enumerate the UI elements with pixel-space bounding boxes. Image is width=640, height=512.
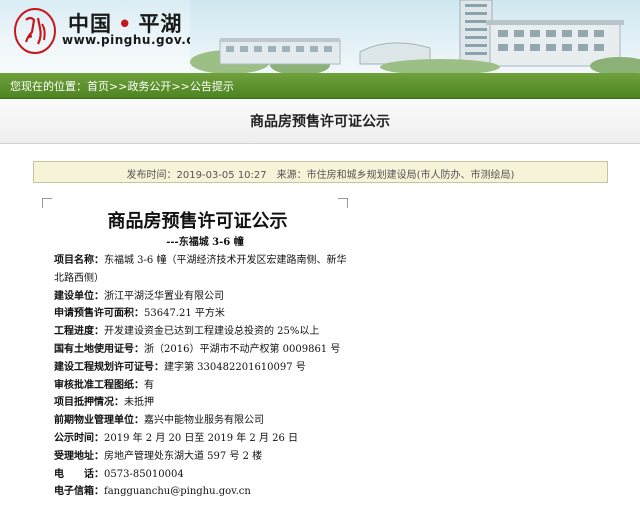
city-skyline-image: [190, 0, 640, 73]
field-label: 申请预售许可面积：: [54, 308, 144, 320]
section-title-strip: 商品房预售许可证公示: [0, 99, 640, 144]
field-label: 项目名称：: [54, 255, 104, 266]
breadcrumb-notices-link[interactable]: 公告提示: [190, 80, 234, 93]
field-phone: 电 话：0573-85010004: [54, 466, 354, 484]
field-progress: 工程进度：开发建设资金已达到工程建设总投资的 25%以上: [54, 323, 354, 341]
city-seal-logo-icon[interactable]: [12, 6, 58, 56]
field-value: 有: [144, 379, 154, 391]
field-value: 未抵押: [124, 397, 154, 409]
field-email: 电子信箱：fangguanchu@pinghu.gov.cn: [54, 483, 354, 501]
field-value: 53647.21 平方米: [144, 308, 225, 320]
field-label: 审核批准工程图纸：: [54, 379, 144, 391]
field-value: 浙江平湖泛华置业有限公司: [104, 290, 224, 302]
section-title: 商品房预售许可证公示: [250, 114, 390, 130]
field-drawings-approved: 审核批准工程图纸：有: [54, 377, 354, 395]
article-meta-text: 发布时间：2019-03-05 10:27 来源：市住房和城乡规划建设局(市人防…: [126, 170, 515, 181]
site-header: 中国 • 平湖 www.pinghu.gov.cn: [0, 0, 640, 73]
field-mortgage: 项目抵押情况：未抵押: [54, 394, 354, 412]
breadcrumb-bar: 您现在的位置：首页>>政务公开>>公告提示: [0, 73, 640, 99]
field-label: 前期物业管理单位：: [54, 415, 144, 427]
field-value: 房地产管理处东湖大道 597 号 2 楼: [104, 450, 263, 462]
field-value: 建字第 330482201610097 号: [164, 361, 306, 373]
field-project-name: 项目名称：东福城 3-6 幢（平湖经济技术开发区宏建路南侧、新华北路西侧）: [54, 252, 354, 288]
field-presale-area: 申请预售许可面积：53647.21 平方米: [54, 305, 354, 323]
field-label: 受理地址：: [54, 450, 104, 462]
field-label: 建设单位：: [54, 290, 104, 302]
field-property-manager: 前期物业管理单位：嘉兴中能物业服务有限公司: [54, 412, 354, 430]
field-value: 0573-85010004: [104, 468, 184, 480]
field-value: 嘉兴中能物业服务有限公司: [144, 415, 264, 427]
breadcrumb-prefix: 您现在的位置：: [10, 80, 87, 93]
breadcrumb-separator: >>: [109, 80, 128, 93]
site-url[interactable]: www.pinghu.gov.cn: [62, 33, 203, 47]
article-title: 商品房预售许可证公示: [107, 211, 288, 232]
article-fields: 项目名称：东福城 3-6 幢（平湖经济技术开发区宏建路南侧、新华北路西侧） 建设…: [54, 252, 354, 501]
field-value: 开发建设资金已达到工程建设总投资的 25%以上: [104, 326, 320, 338]
field-label: 电 话：: [54, 468, 104, 480]
breadcrumb-separator: >>: [171, 80, 190, 93]
article-subtitle: ---东福城 3-6 幢: [166, 237, 244, 248]
field-value[interactable]: fangguanchu@pinghu.gov.cn: [104, 486, 251, 497]
field-value: 2019 年 2 月 20 日至 2019 年 2 月 26 日: [104, 432, 299, 444]
breadcrumb-home-link[interactable]: 首页: [87, 80, 109, 93]
article-meta-bar: 发布时间：2019-03-05 10:27 来源：市住房和城乡规划建设局(市人防…: [33, 161, 608, 183]
breadcrumb-gov-affairs-link[interactable]: 政务公开: [127, 80, 171, 93]
field-planning-permit: 建设工程规划许可证号：建字第 330482201610097 号: [54, 359, 354, 377]
field-value: 浙（2016）平湖市不动产权第 0009861 号: [144, 343, 341, 355]
field-developer: 建设单位：浙江平湖泛华置业有限公司: [54, 288, 354, 306]
field-label: 公示时间：: [54, 432, 104, 444]
field-land-certificate: 国有土地使用证号：浙（2016）平湖市不动产权第 0009861 号: [54, 341, 354, 359]
content-corner-marker: [338, 198, 348, 208]
field-label: 项目抵押情况：: [54, 397, 124, 409]
field-label: 建设工程规划许可证号：: [54, 361, 164, 373]
field-label: 工程进度：: [54, 326, 104, 338]
breadcrumb: 您现在的位置：首页>>政务公开>>公告提示: [10, 78, 234, 94]
content-corner-marker: [42, 198, 52, 208]
field-address: 受理地址：房地产管理处东湖大道 597 号 2 楼: [54, 448, 354, 466]
field-label: 电子信箱：: [54, 486, 104, 498]
field-publicity-period: 公示时间：2019 年 2 月 20 日至 2019 年 2 月 26 日: [54, 430, 354, 448]
field-label: 国有土地使用证号：: [54, 343, 144, 355]
